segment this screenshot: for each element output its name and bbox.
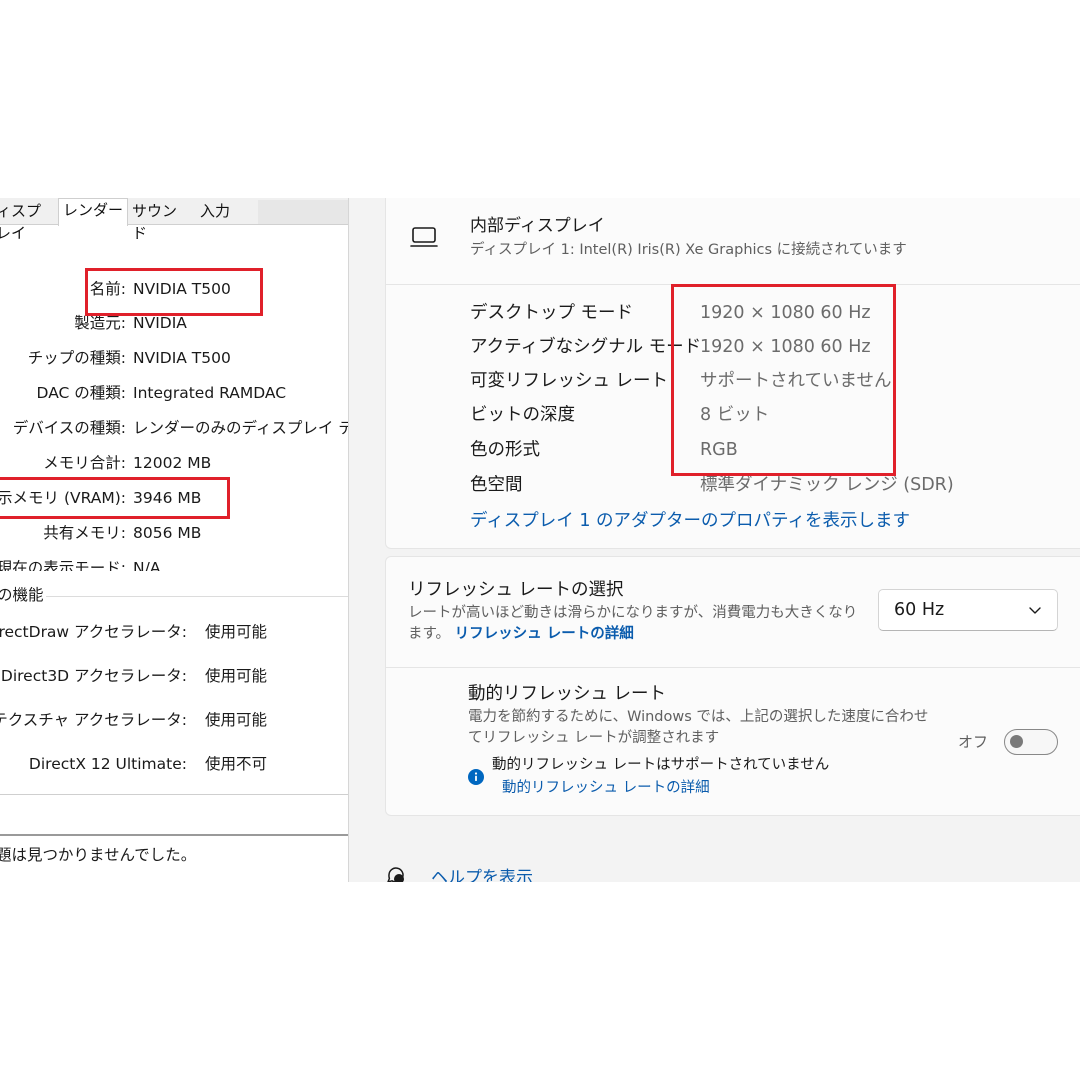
direct3d-row: Direct3D アクセラレータ: 使用可能 (0, 661, 348, 691)
refresh-rate-card: リフレッシュ レートの選択 レートが高いほど動きは滑らかになりますが、消費電力も… (385, 556, 1080, 816)
vrr-label: 可変リフレッシュ レート (470, 371, 669, 391)
direct3d-value: 使用可能 (205, 667, 268, 685)
shared-memory-value: 8056 MB (133, 524, 202, 542)
help-icon (387, 867, 404, 882)
features-bottom-rule (0, 794, 348, 795)
dynamic-refresh-details-link[interactable]: 動的リフレッシュ レートの詳細 (502, 777, 710, 799)
dxdiag-window: ィスプレイ レンダー サウンド 入力 名前: NVIDIA T500 製造元: … (0, 198, 349, 882)
chip-type-row: チップの種類: NVIDIA T500 (0, 343, 348, 373)
notes-text: 題は見つかりませんでした。 (0, 846, 197, 864)
dx12-ultimate-label: DirectX 12 Ultimate: (28, 755, 187, 773)
refresh-rate-selected: 60 Hz (894, 600, 945, 620)
tab-display[interactable]: ィスプレイ (0, 200, 56, 242)
desktop-mode-label: デスクトップ モード (470, 303, 634, 323)
total-memory-label: メモリ合計: (43, 454, 126, 472)
dynamic-refresh-note: 動的リフレッシュ レートはサポートされていません (492, 757, 830, 773)
tab-input[interactable]: 入力 (196, 200, 258, 224)
screenshot: ィスプレイ レンダー サウンド 入力 名前: NVIDIA T500 製造元: … (0, 198, 1080, 882)
vram-highlight (0, 477, 230, 519)
display-mode-label: 現在の表示モード: (0, 559, 126, 571)
directdraw-value: 使用可能 (205, 623, 268, 641)
tab-bar-filler (258, 200, 348, 224)
help-link[interactable]: ヘルプを表示 (431, 866, 533, 882)
toggle-knob (1010, 735, 1023, 748)
display-mode-value: N/A (133, 559, 161, 571)
dynamic-refresh-toggle-label: オフ (958, 733, 989, 751)
shared-memory-row: 共有メモリ: 8056 MB (0, 518, 348, 548)
dx12-ultimate-value: 使用不可 (205, 755, 268, 773)
dac-type-value: Integrated RAMDAC (133, 384, 287, 402)
color-space-label: 色空間 (470, 475, 523, 495)
device-type-row: デバイスの種類: レンダーのみのディスプレイ デバイス (0, 413, 348, 443)
signal-mode-label: アクティブなシグナル モード (470, 337, 702, 357)
display-title: 内部ディスプレイ (470, 216, 605, 236)
device-type-value: レンダーのみのディスプレイ デバイス (133, 419, 348, 437)
total-memory-value: 12002 MB (133, 454, 212, 472)
dac-type-row: DAC の種類: Integrated RAMDAC (0, 378, 348, 408)
refresh-rate-dropdown[interactable]: 60 Hz (878, 589, 1058, 631)
bit-depth-label: ビットの深度 (470, 405, 575, 425)
total-memory-row: メモリ合計: 12002 MB (0, 448, 348, 478)
dynamic-refresh-description: 電力を節約するために、Windows では、上記の選択した速度に合わせてリフレッ… (468, 709, 929, 746)
refresh-rate-description: レートが高いほど動きは滑らかになりますが、消費電力も大きくなります。 リフレッシ… (408, 603, 858, 645)
chip-type-label: チップの種類: (27, 349, 126, 367)
dx12-ultimate-row: DirectX 12 Ultimate: 使用不可 (0, 749, 348, 779)
chip-type-value: NVIDIA T500 (133, 349, 231, 367)
refresh-card-divider (386, 667, 1080, 668)
direct3d-label: Direct3D アクセラレータ: (0, 667, 187, 685)
shared-memory-label: 共有メモリ: (43, 524, 126, 542)
tab-sound[interactable]: サウンド (128, 200, 194, 242)
display-mode-row: 現在の表示モード: N/A (0, 553, 348, 571)
display-subtitle: ディスプレイ 1: Intel(R) Iris(R) Xe Graphics に… (470, 242, 907, 258)
adapter-properties-link[interactable]: ディスプレイ 1 のアダプターのプロパティを表示します (470, 508, 910, 534)
features-group-title: の機能 (0, 584, 46, 606)
features-group-rule (40, 596, 348, 597)
dynamic-refresh-title: 動的リフレッシュ レート (468, 684, 667, 704)
info-icon (468, 769, 484, 785)
directdraw-label: DirectDraw アクセラレータ: (0, 623, 187, 641)
chevron-down-icon (1029, 607, 1041, 614)
directdraw-row: DirectDraw アクセラレータ: 使用可能 (0, 617, 348, 647)
notes-box: 題は見つかりませんでした。 (0, 834, 348, 882)
refresh-rate-details-link[interactable]: リフレッシュ レートの詳細 (455, 626, 634, 642)
tab-render[interactable]: レンダー (58, 198, 128, 226)
dynamic-refresh-toggle[interactable] (1004, 729, 1058, 755)
tab-bar: ィスプレイ レンダー サウンド 入力 (0, 198, 348, 242)
color-format-label: 色の形式 (470, 440, 540, 460)
refresh-rate-title: リフレッシュ レートの選択 (408, 580, 624, 600)
device-name-highlight (85, 268, 263, 316)
spec-values-highlight (671, 284, 896, 476)
agp-texture-row: AGP テクスチャ アクセラレータ: 使用可能 (0, 705, 348, 735)
agp-texture-label: AGP テクスチャ アクセラレータ: (0, 711, 187, 729)
settings-window: 内部ディスプレイ ディスプレイ 1: Intel(R) Iris(R) Xe G… (349, 198, 1080, 882)
device-type-label: デバイスの種類: (12, 419, 126, 437)
dac-type-label: DAC の種類: (36, 384, 126, 402)
agp-texture-value: 使用可能 (205, 711, 268, 729)
laptop-icon (410, 227, 438, 247)
